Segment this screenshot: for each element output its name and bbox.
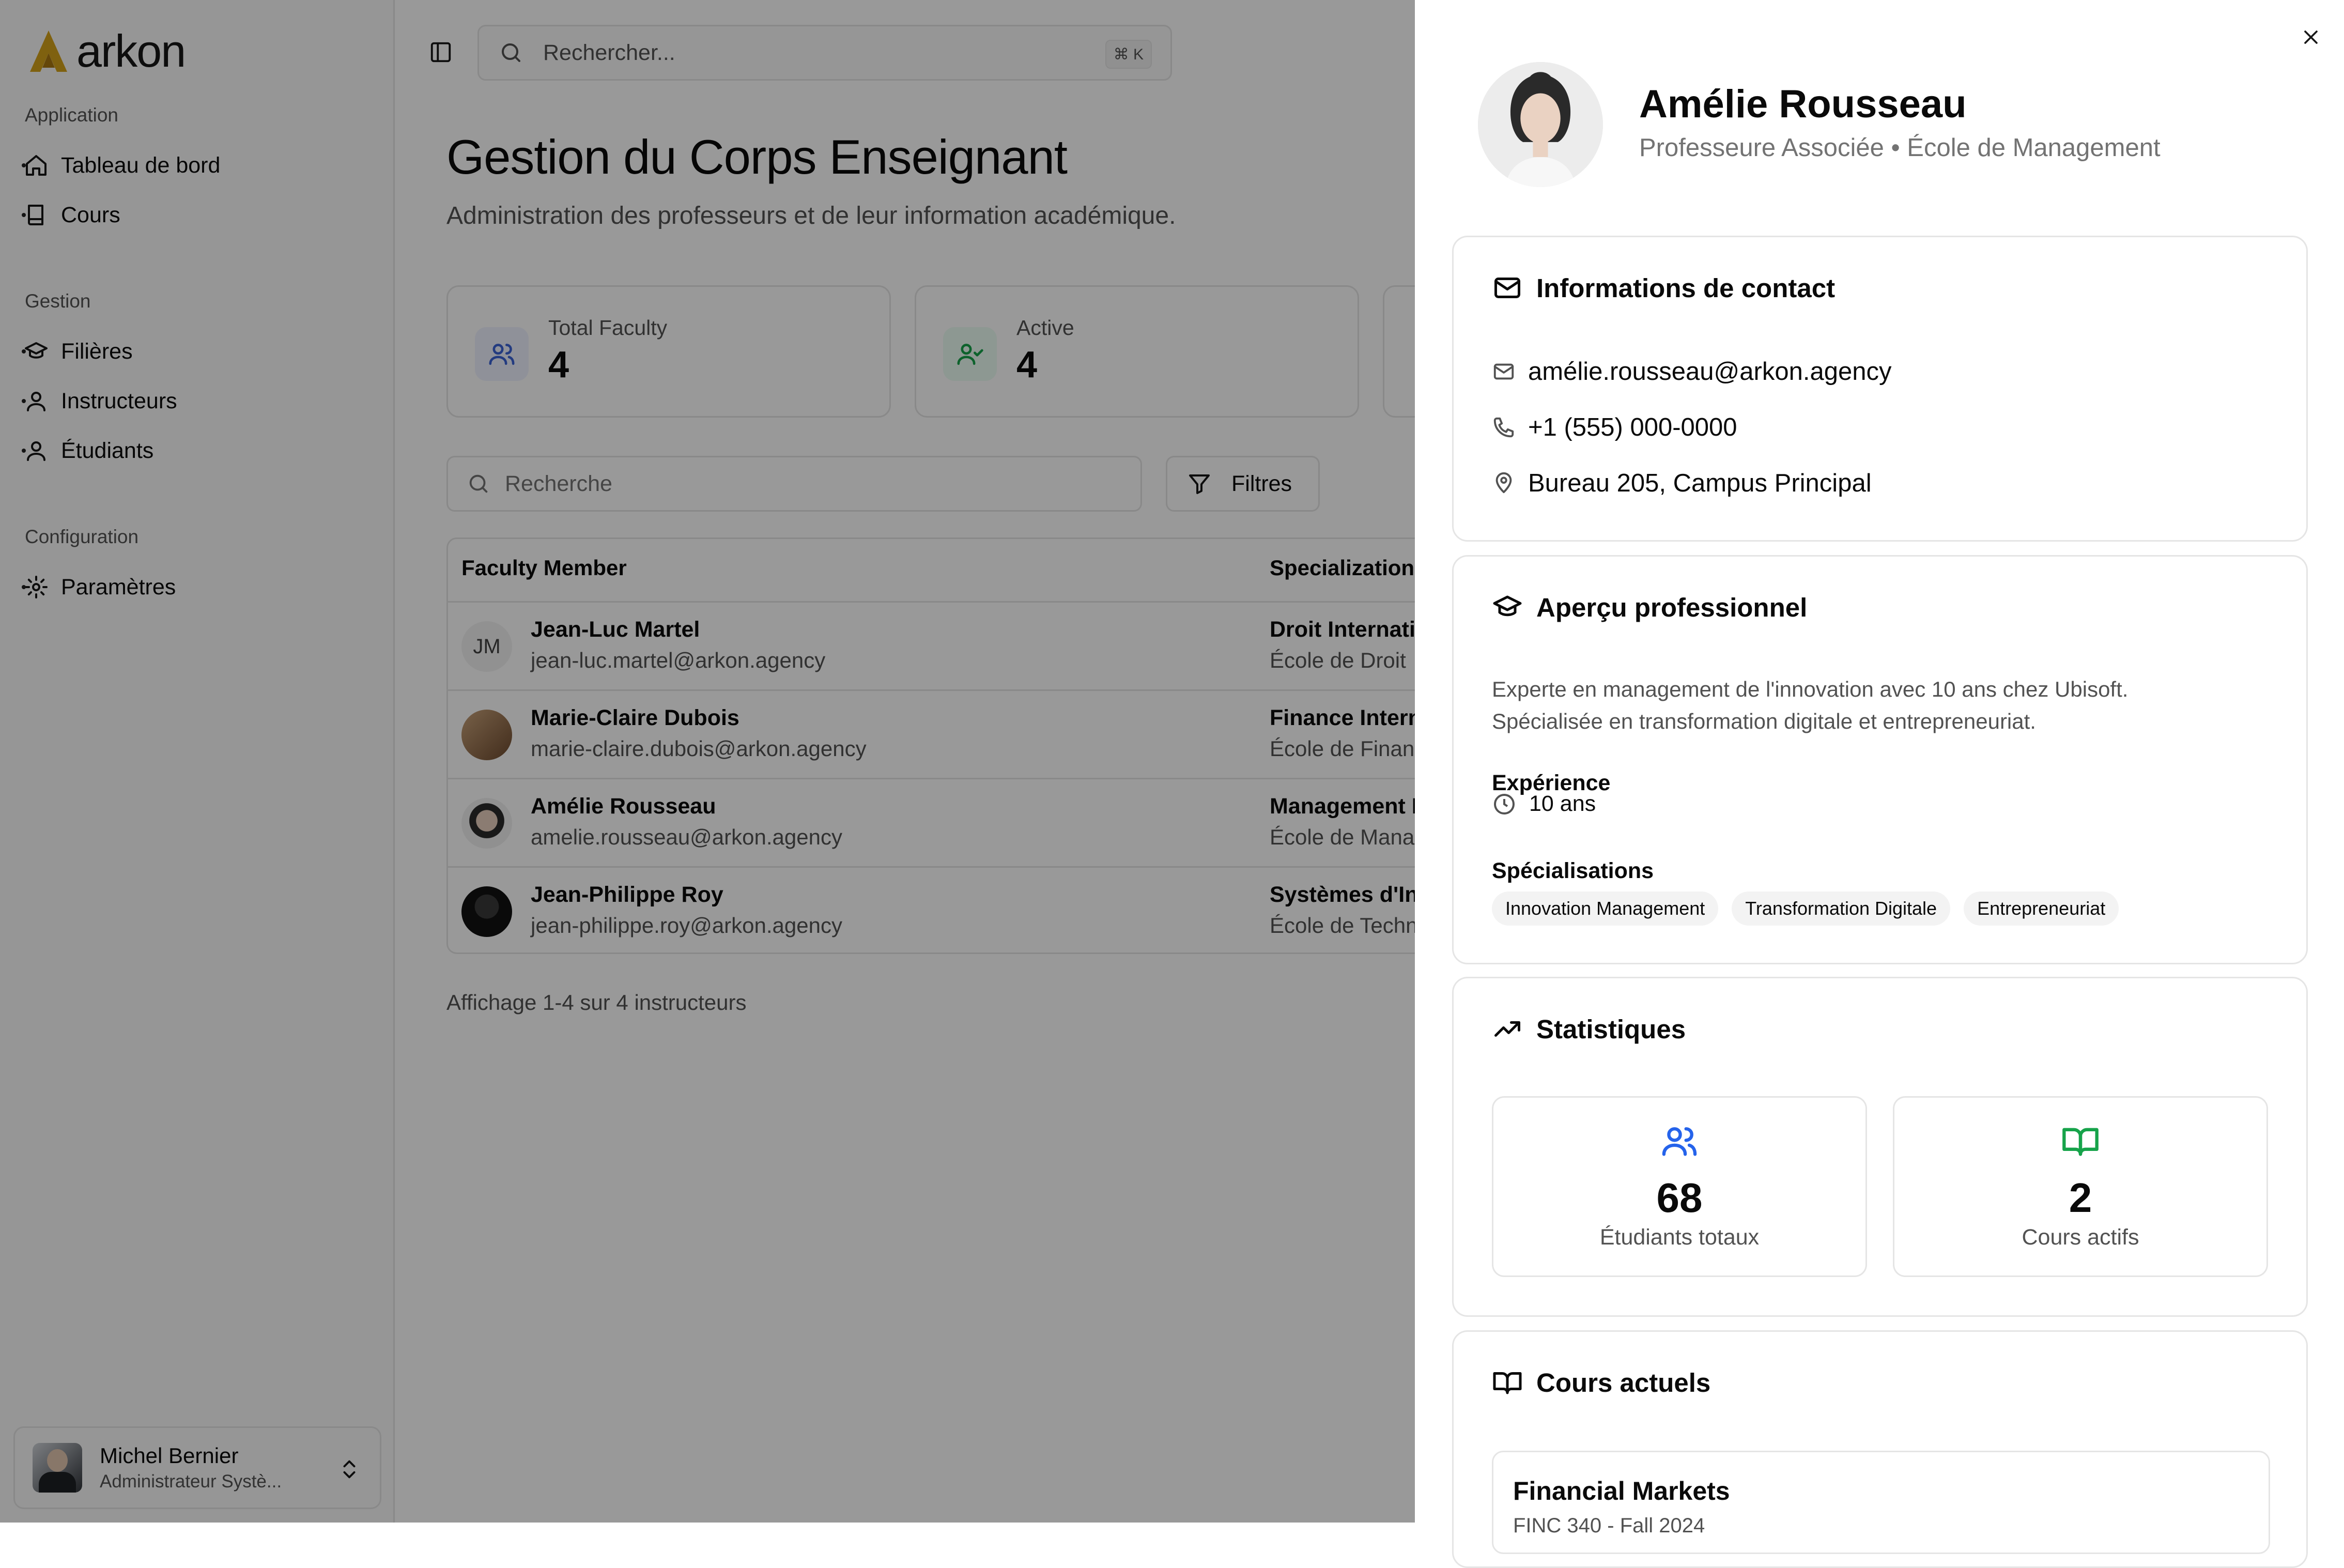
open-book-icon <box>1493 1372 1522 1394</box>
profile-name: Amélie Rousseau <box>1639 82 1967 126</box>
contact-phone-text: +1 (555) 000-0000 <box>1528 413 1737 441</box>
card-title-text: Statistiques <box>1536 1014 1686 1044</box>
specializations-label: Spécialisations <box>1492 858 1654 883</box>
bio-text: Experte en management de l'innovation av… <box>1492 677 2129 733</box>
contact-card: Informations de contact amélie.rousseau@… <box>1452 236 2308 542</box>
card-title: Aperçu professionnel <box>1492 592 1807 623</box>
contact-office: Bureau 205, Campus Principal <box>1492 469 1872 498</box>
courses-stat: 2 Cours actifs <box>1893 1096 2268 1277</box>
profile-subtitle: Professeure Associée • École de Manageme… <box>1639 134 2161 162</box>
phone-icon <box>1493 417 1514 438</box>
courses-value: 2 <box>2069 1175 2092 1221</box>
specialization-tag: Entrepreneuriat <box>1964 891 2119 926</box>
card-title-text: Cours actuels <box>1536 1367 1711 1397</box>
course-item[interactable]: Financial Markets FINC 340 - Fall 2024 <box>1492 1451 2270 1554</box>
card-title: Statistiques <box>1492 1013 1686 1044</box>
trending-up-icon <box>1494 1021 1520 1037</box>
students-stat: 68 Étudiants totaux <box>1492 1096 1867 1277</box>
contact-phone[interactable]: +1 (555) 000-0000 <box>1492 413 1737 442</box>
course-title: Financial Markets <box>1513 1477 1730 1505</box>
courses-label: Cours actifs <box>2022 1225 2139 1250</box>
experience-value: 10 ans <box>1492 791 1596 817</box>
students-label: Étudiants totaux <box>1599 1225 1760 1250</box>
graduation-cap-icon <box>1493 595 1522 617</box>
map-pin-icon <box>1495 472 1512 494</box>
app-root: arkon Application Tableau de bord Cours … <box>0 0 2344 1568</box>
specialization-tags: Innovation Management Transformation Dig… <box>1492 891 2119 926</box>
students-value: 68 <box>1656 1175 1703 1221</box>
clock-icon <box>1494 793 1515 814</box>
open-book-icon <box>2062 1128 2099 1156</box>
contact-email-text: amélie.rousseau@arkon.agency <box>1528 358 1892 386</box>
overview-card: Aperçu professionnel Experte en manageme… <box>1452 555 2308 964</box>
profile-photo-icon <box>1478 62 1603 187</box>
contact-email[interactable]: amélie.rousseau@arkon.agency <box>1492 357 1891 386</box>
card-title: Cours actuels <box>1492 1367 1710 1398</box>
experience-value-text: 10 ans <box>1529 791 1596 816</box>
users-icon <box>1662 1127 1697 1156</box>
course-code: FINC 340 - Fall 2024 <box>1513 1514 1705 1537</box>
mail-icon <box>1493 363 1514 380</box>
current-courses-card: Cours actuels Financial Markets FINC 340… <box>1452 1330 2308 1568</box>
card-title-text: Aperçu professionnel <box>1536 592 1808 622</box>
specialization-tag: Transformation Digitale <box>1732 891 1951 926</box>
close-icon[interactable] <box>2300 26 2322 49</box>
specialization-tag: Innovation Management <box>1492 891 1719 926</box>
mail-icon <box>1494 278 1520 298</box>
card-title: Informations de contact <box>1492 272 1835 303</box>
contact-office-text: Bureau 205, Campus Principal <box>1528 469 1872 497</box>
modal-backdrop[interactable] <box>0 0 1416 1523</box>
card-title-text: Informations de contact <box>1536 273 1836 303</box>
statistics-card: Statistiques 68 Étudiants totaux 2 Cours… <box>1452 977 2308 1317</box>
profile-avatar <box>1478 62 1603 187</box>
